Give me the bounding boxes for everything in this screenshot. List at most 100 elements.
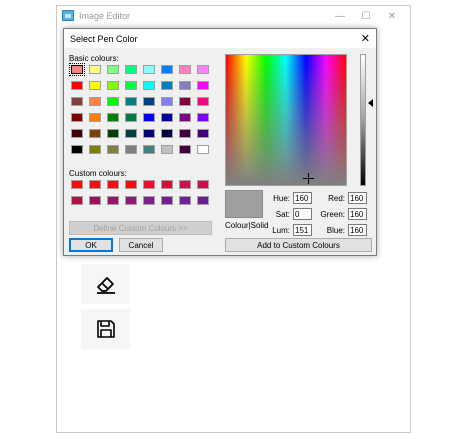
basic-colour-swatch[interactable] bbox=[89, 129, 101, 138]
custom-colour-swatch[interactable] bbox=[89, 180, 101, 189]
basic-colour-swatch[interactable] bbox=[71, 97, 83, 106]
basic-colour-swatch[interactable] bbox=[197, 113, 209, 122]
basic-colour-swatch[interactable] bbox=[197, 97, 209, 106]
basic-colour-swatch[interactable] bbox=[143, 145, 155, 154]
custom-colour-swatch[interactable] bbox=[197, 196, 209, 205]
basic-colour-swatch[interactable] bbox=[107, 129, 119, 138]
custom-colour-swatch[interactable] bbox=[143, 196, 155, 205]
editor-titlebar: Image Editor — ☐ ✕ bbox=[57, 6, 410, 27]
custom-colour-swatch[interactable] bbox=[71, 180, 83, 189]
basic-colour-swatch[interactable] bbox=[197, 81, 209, 90]
basic-colour-swatch[interactable] bbox=[179, 113, 191, 122]
save-icon bbox=[96, 320, 115, 338]
basic-colour-swatch[interactable] bbox=[125, 145, 137, 154]
lum-input[interactable] bbox=[293, 224, 312, 236]
basic-colour-swatch[interactable] bbox=[125, 97, 137, 106]
color-spectrum[interactable] bbox=[225, 54, 347, 186]
window-close-button[interactable]: ✕ bbox=[380, 8, 404, 25]
basic-colour-swatch[interactable] bbox=[197, 145, 209, 154]
minimize-button[interactable]: — bbox=[328, 8, 352, 25]
basic-colour-swatch[interactable] bbox=[143, 113, 155, 122]
basic-colour-swatch[interactable] bbox=[125, 129, 137, 138]
basic-colour-swatch[interactable] bbox=[143, 81, 155, 90]
basic-colour-swatch[interactable] bbox=[161, 113, 173, 122]
custom-colour-swatch[interactable] bbox=[107, 180, 119, 189]
basic-colour-swatch[interactable] bbox=[197, 65, 209, 74]
save-tool-button[interactable] bbox=[81, 309, 130, 349]
eraser-tool-button[interactable] bbox=[81, 264, 130, 304]
sat-label: Sat: bbox=[275, 210, 290, 219]
basic-colours-label: Basic colours: bbox=[69, 54, 119, 63]
basic-colour-swatch[interactable] bbox=[71, 81, 83, 90]
basic-colour-swatch[interactable] bbox=[107, 145, 119, 154]
dialog-close-button[interactable]: ✕ bbox=[361, 32, 370, 45]
custom-colour-swatch[interactable] bbox=[197, 180, 209, 189]
custom-colour-swatch[interactable] bbox=[125, 180, 137, 189]
custom-colour-swatch[interactable] bbox=[161, 196, 173, 205]
basic-colour-swatch[interactable] bbox=[125, 65, 137, 74]
custom-colour-swatch[interactable] bbox=[107, 196, 119, 205]
basic-colour-swatch[interactable] bbox=[89, 81, 101, 90]
custom-colour-swatch[interactable] bbox=[143, 180, 155, 189]
color-preview bbox=[225, 190, 263, 218]
custom-colour-swatch[interactable] bbox=[179, 180, 191, 189]
blue-input[interactable] bbox=[348, 224, 367, 236]
custom-colour-swatch[interactable] bbox=[161, 180, 173, 189]
luminosity-slider-arrow-icon[interactable] bbox=[368, 99, 373, 107]
basic-colour-swatch[interactable] bbox=[161, 145, 173, 154]
basic-colours-grid bbox=[69, 63, 215, 155]
basic-colour-swatch[interactable] bbox=[143, 65, 155, 74]
basic-colour-swatch[interactable] bbox=[161, 81, 173, 90]
basic-colour-swatch[interactable] bbox=[69, 63, 85, 76]
basic-colour-swatch[interactable] bbox=[161, 97, 173, 106]
red-input[interactable] bbox=[348, 192, 367, 204]
basic-colour-swatch[interactable] bbox=[107, 113, 119, 122]
basic-colour-swatch[interactable] bbox=[161, 65, 173, 74]
sat-input[interactable] bbox=[293, 208, 312, 220]
app-image-icon bbox=[62, 10, 74, 21]
custom-colour-swatch[interactable] bbox=[125, 196, 137, 205]
spectrum-crosshair[interactable] bbox=[303, 173, 314, 184]
basic-colour-swatch[interactable] bbox=[179, 129, 191, 138]
hue-input[interactable] bbox=[293, 192, 312, 204]
basic-colour-swatch[interactable] bbox=[179, 81, 191, 90]
luminosity-bar[interactable] bbox=[360, 54, 366, 186]
custom-colours-label: Custom colours: bbox=[69, 169, 127, 178]
red-label: Red: bbox=[328, 194, 345, 203]
custom-colours-grid bbox=[71, 180, 215, 210]
basic-colour-swatch[interactable] bbox=[107, 81, 119, 90]
custom-colour-swatch[interactable] bbox=[89, 196, 101, 205]
dialog-titlebar: Select Pen Color ✕ bbox=[64, 29, 376, 48]
basic-colour-swatch[interactable] bbox=[89, 65, 101, 74]
basic-colour-swatch[interactable] bbox=[89, 145, 101, 154]
custom-colour-swatch[interactable] bbox=[179, 196, 191, 205]
custom-colour-swatch[interactable] bbox=[71, 196, 83, 205]
basic-colour-swatch[interactable] bbox=[71, 113, 83, 122]
basic-colour-swatch[interactable] bbox=[179, 65, 191, 74]
basic-colour-swatch[interactable] bbox=[107, 65, 119, 74]
cancel-button[interactable]: Cancel bbox=[119, 238, 163, 252]
editor-title: Image Editor bbox=[79, 11, 131, 21]
basic-colour-swatch[interactable] bbox=[125, 113, 137, 122]
basic-colour-swatch[interactable] bbox=[125, 81, 137, 90]
basic-colour-swatch[interactable] bbox=[161, 129, 173, 138]
basic-colour-swatch[interactable] bbox=[143, 97, 155, 106]
blue-label: Blue: bbox=[326, 226, 345, 235]
basic-colour-swatch[interactable] bbox=[107, 97, 119, 106]
basic-colour-swatch[interactable] bbox=[179, 97, 191, 106]
basic-colour-swatch[interactable] bbox=[143, 129, 155, 138]
dialog-title: Select Pen Color bbox=[70, 34, 138, 44]
select-pen-color-dialog: Select Pen Color ✕ Basic colours: Custom… bbox=[63, 28, 377, 256]
basic-colour-swatch[interactable] bbox=[89, 113, 101, 122]
basic-colour-swatch[interactable] bbox=[197, 129, 209, 138]
define-custom-colours-button: Define Custom Colours >> bbox=[69, 221, 212, 235]
maximize-button[interactable]: ☐ bbox=[354, 8, 378, 25]
preview-label: Colour|Solid bbox=[225, 221, 269, 230]
basic-colour-swatch[interactable] bbox=[179, 145, 191, 154]
add-to-custom-colours-button[interactable]: Add to Custom Colours bbox=[225, 238, 372, 252]
ok-button[interactable]: OK bbox=[69, 238, 113, 252]
basic-colour-swatch[interactable] bbox=[89, 97, 101, 106]
basic-colour-swatch[interactable] bbox=[71, 145, 83, 154]
basic-colour-swatch[interactable] bbox=[71, 129, 83, 138]
green-input[interactable] bbox=[348, 208, 367, 220]
